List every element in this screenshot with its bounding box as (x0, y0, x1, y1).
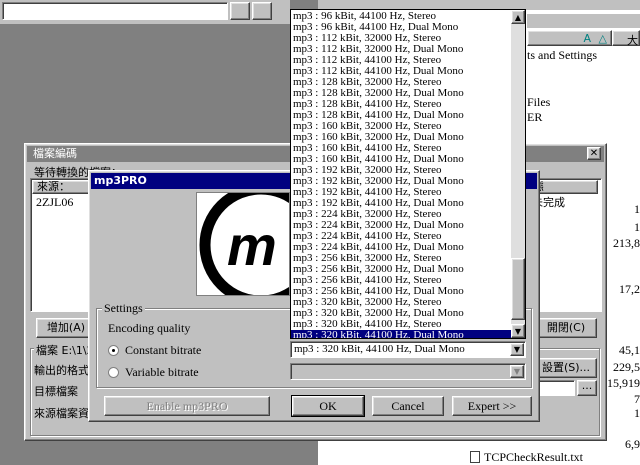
bitrate-combobox-value: mp3 : 320 kBit, 44100 Hz, Dual Mono (294, 343, 465, 355)
svg-text:m: m (227, 214, 277, 277)
tree-item-program-files[interactable]: Files (527, 95, 550, 110)
output-format-label: 輸出的格式 (34, 364, 89, 377)
column-header-a-label: A (583, 32, 591, 45)
constant-bitrate-label: Constant bitrate (125, 343, 202, 357)
source-info-label: 來源檔案資 (34, 407, 89, 420)
size-value: 1 (634, 202, 640, 216)
column-header-a[interactable]: A △ (527, 30, 612, 46)
size-value: 213,8 (613, 236, 640, 250)
radio-unchecked-icon (108, 367, 119, 378)
bitrate-options: mp3 : 96 kBit, 44100 Hz, Stereo mp3 : 96 … (291, 11, 511, 338)
mp3pro-logo: m (196, 183, 323, 307)
cancel-button-label: Cancel (391, 399, 425, 413)
mp3pro-title: mp3PRO (94, 174, 147, 187)
size-value: 1 (634, 220, 640, 234)
bitrate-dropdown-list[interactable]: mp3 : 96 kBit, 44100 Hz, Stereo mp3 : 96 … (290, 9, 526, 339)
source-column-header[interactable]: 來源： (32, 180, 92, 194)
bitrate-combobox[interactable]: mp3 : 320 kBit, 44100 Hz, Dual Mono ▼ (290, 341, 526, 358)
size-value: 6,9 (625, 437, 640, 451)
file-row-name[interactable]: 2ZJL06 (36, 195, 73, 210)
scroll-down-icon[interactable]: ▼ (511, 324, 525, 338)
settings-button[interactable]: 設置(S)... (535, 358, 597, 378)
target-file-label: 目標檔案 (34, 385, 78, 398)
expert-button-label: Expert >> (467, 399, 517, 413)
variable-bitrate-radio[interactable]: Variable bitrate (108, 365, 199, 380)
add-button-label: 增加(A) (46, 321, 86, 334)
file-info-group-label: 檔案 E:\1\2 (34, 342, 96, 358)
mp3pro-logo-icon: m (199, 183, 323, 307)
combobox-arrow-icon[interactable]: ▼ (510, 343, 524, 356)
file-row-tcpcheck[interactable]: TCPCheckResult.txt (470, 450, 583, 464)
size-value: 229,5 (613, 360, 640, 374)
explorer-header-bar (527, 14, 640, 28)
tree-item-documents[interactable]: ts and Settings (527, 48, 597, 63)
toolbar-button[interactable] (230, 2, 250, 20)
encoding-quality-label: Encoding quality (108, 321, 191, 335)
source-column-label: 來源： (37, 180, 70, 193)
ok-button-label: OK (319, 399, 337, 413)
close-button-label: 開閉(C) (546, 321, 586, 334)
settings-button-label: 設置(S)... (541, 361, 591, 374)
column-header-size-label: 大 (627, 34, 638, 47)
close-icon[interactable]: ✕ (587, 147, 601, 160)
expert-button[interactable]: Expert >> (452, 396, 532, 416)
toolbar-button[interactable] (252, 2, 272, 20)
bitrate-option[interactable]: mp3 : 320 kBit, 44100 Hz, Dual Mono (291, 330, 511, 338)
constant-bitrate-radio[interactable]: Constant bitrate (108, 343, 201, 358)
close-button[interactable]: 開閉(C) (535, 318, 597, 338)
combobox-arrow-icon[interactable]: ▼ (510, 365, 524, 378)
enable-mp3pro-label: Enable mp3PRO (146, 399, 228, 413)
enable-mp3pro-button[interactable]: Enable mp3PRO (104, 396, 270, 416)
text-file-icon (470, 451, 480, 463)
column-header-size[interactable]: 大 (612, 30, 640, 47)
scroll-thumb[interactable] (511, 258, 525, 320)
ok-button[interactable]: OK (291, 395, 365, 417)
vbr-combobox[interactable]: ▼ (290, 363, 526, 380)
size-value: 7 (634, 392, 640, 406)
encoder-window-title: 檔案編碼 (33, 147, 77, 160)
dropdown-scrollbar[interactable]: ▲ ▼ (511, 10, 525, 338)
size-value: 45,1 (619, 343, 640, 357)
browse-button[interactable]: ... (577, 380, 597, 396)
variable-bitrate-label: Variable bitrate (125, 365, 199, 379)
background-window-top (0, 0, 290, 24)
sort-triangle-icon: △ (598, 32, 607, 45)
settings-group-label: Settings (102, 301, 145, 316)
tree-item-er[interactable]: ER (527, 110, 542, 125)
file-name: TCPCheckResult.txt (484, 449, 583, 464)
size-value: 17,2 (619, 282, 640, 296)
radio-checked-icon (108, 345, 119, 356)
size-value: 1 (634, 406, 640, 420)
toolbar-field[interactable] (2, 2, 228, 20)
scroll-up-icon[interactable]: ▲ (511, 10, 525, 24)
cancel-button[interactable]: Cancel (372, 396, 444, 416)
target-file-input[interactable] (535, 380, 575, 396)
add-button[interactable]: 增加(A) (36, 318, 96, 338)
